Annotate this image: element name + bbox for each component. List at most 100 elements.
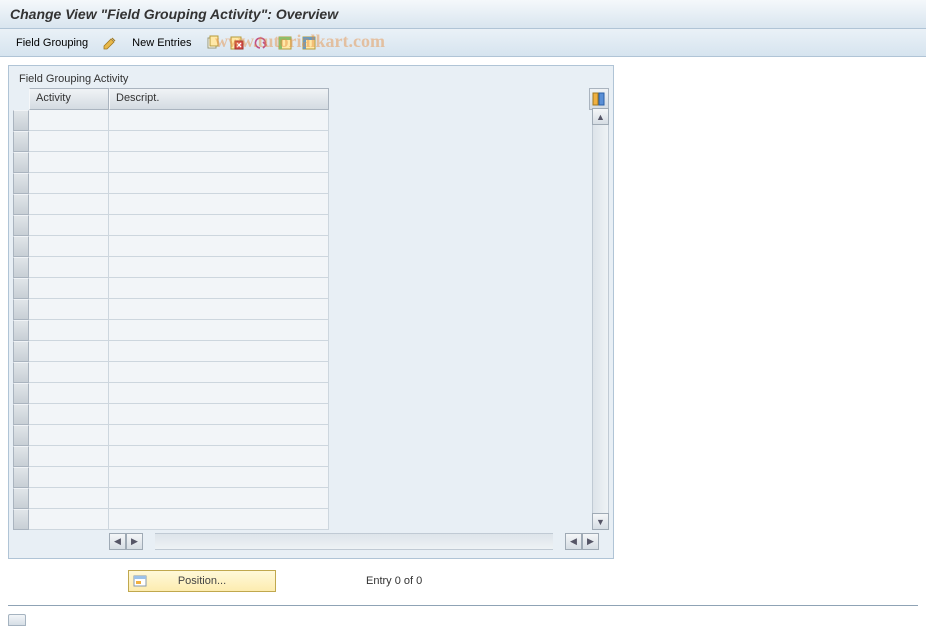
row-selector[interactable] xyxy=(13,152,29,173)
cell-activity[interactable] xyxy=(29,152,109,173)
table-row xyxy=(29,488,609,509)
undo-icon[interactable] xyxy=(253,35,269,51)
cell-activity[interactable] xyxy=(29,173,109,194)
row-selector[interactable] xyxy=(13,320,29,341)
cell-activity[interactable] xyxy=(29,299,109,320)
row-selector[interactable] xyxy=(13,341,29,362)
cell-descript[interactable] xyxy=(109,131,329,152)
table-row xyxy=(29,509,609,530)
separator-line xyxy=(8,605,918,606)
bottom-tab-icon[interactable] xyxy=(8,614,26,626)
row-selector[interactable] xyxy=(13,257,29,278)
scroll-right2-icon[interactable]: ▶ xyxy=(582,533,599,550)
new-entries-button[interactable]: New Entries xyxy=(126,35,197,51)
row-selector[interactable] xyxy=(13,509,29,530)
position-button[interactable]: Position... xyxy=(128,570,276,592)
cell-activity[interactable] xyxy=(29,236,109,257)
table-row xyxy=(29,446,609,467)
row-selector[interactable] xyxy=(13,173,29,194)
cell-activity[interactable] xyxy=(29,131,109,152)
row-selector[interactable] xyxy=(13,362,29,383)
cell-activity[interactable] xyxy=(29,341,109,362)
cell-activity[interactable] xyxy=(29,425,109,446)
cell-descript[interactable] xyxy=(109,278,329,299)
cell-descript[interactable] xyxy=(109,236,329,257)
table-container: Field Grouping Activity Activity Descrip… xyxy=(8,65,614,559)
cell-activity[interactable] xyxy=(29,194,109,215)
scroll-left2-icon[interactable]: ◀ xyxy=(565,533,582,550)
cell-descript[interactable] xyxy=(109,404,329,425)
change-icon[interactable] xyxy=(102,35,118,51)
scroll-track-vertical[interactable] xyxy=(592,125,609,513)
cell-descript[interactable] xyxy=(109,194,329,215)
row-selector[interactable] xyxy=(13,299,29,320)
column-header-descript[interactable]: Descript. xyxy=(109,88,329,110)
scroll-right-icon[interactable]: ▶ xyxy=(126,533,143,550)
cell-descript[interactable] xyxy=(109,110,329,131)
cell-activity[interactable] xyxy=(29,404,109,425)
table-row xyxy=(29,362,609,383)
row-selector[interactable] xyxy=(13,446,29,467)
scroll-down-icon[interactable]: ▼ xyxy=(592,513,609,530)
cell-activity[interactable] xyxy=(29,509,109,530)
table-row xyxy=(29,278,609,299)
row-selector[interactable] xyxy=(13,131,29,152)
table-settings-icon[interactable] xyxy=(589,88,609,110)
position-icon xyxy=(133,574,147,588)
row-selector[interactable] xyxy=(13,194,29,215)
delete-icon[interactable] xyxy=(229,35,245,51)
cell-descript[interactable] xyxy=(109,215,329,236)
cell-activity[interactable] xyxy=(29,278,109,299)
table-row xyxy=(29,320,609,341)
cell-descript[interactable] xyxy=(109,320,329,341)
scroll-track-horizontal[interactable] xyxy=(155,533,553,550)
cell-activity[interactable] xyxy=(29,383,109,404)
cell-activity[interactable] xyxy=(29,467,109,488)
table-row xyxy=(29,467,609,488)
cell-activity[interactable] xyxy=(29,446,109,467)
cell-descript[interactable] xyxy=(109,299,329,320)
cell-descript[interactable] xyxy=(109,383,329,404)
horizontal-scrollbar[interactable]: ◀ ▶ ◀ ▶ xyxy=(109,533,599,550)
cell-activity[interactable] xyxy=(29,215,109,236)
cell-descript[interactable] xyxy=(109,257,329,278)
cell-descript[interactable] xyxy=(109,467,329,488)
row-selector[interactable] xyxy=(13,215,29,236)
cell-descript[interactable] xyxy=(109,152,329,173)
row-selector[interactable] xyxy=(13,278,29,299)
vertical-scrollbar[interactable]: ▲ ▼ xyxy=(592,108,609,530)
scroll-left-icon[interactable]: ◀ xyxy=(109,533,126,550)
row-selector[interactable] xyxy=(13,110,29,131)
cell-activity[interactable] xyxy=(29,362,109,383)
table-row xyxy=(29,404,609,425)
table-row xyxy=(29,152,609,173)
row-selector[interactable] xyxy=(13,404,29,425)
field-grouping-button[interactable]: Field Grouping xyxy=(10,35,94,51)
row-selector[interactable] xyxy=(13,425,29,446)
table-row xyxy=(29,236,609,257)
scroll-up-icon[interactable]: ▲ xyxy=(592,108,609,125)
column-header-activity[interactable]: Activity xyxy=(29,88,109,110)
cell-activity[interactable] xyxy=(29,320,109,341)
cell-descript[interactable] xyxy=(109,341,329,362)
table-row xyxy=(29,383,609,404)
cell-descript[interactable] xyxy=(109,173,329,194)
row-selector[interactable] xyxy=(13,383,29,404)
deselect-all-icon[interactable] xyxy=(301,35,317,51)
cell-descript[interactable] xyxy=(109,362,329,383)
table-row xyxy=(29,341,609,362)
cell-descript[interactable] xyxy=(109,509,329,530)
copy-icon[interactable] xyxy=(205,35,221,51)
cell-activity[interactable] xyxy=(29,488,109,509)
select-all-icon[interactable] xyxy=(277,35,293,51)
cell-descript[interactable] xyxy=(109,425,329,446)
row-selector[interactable] xyxy=(13,236,29,257)
cell-activity[interactable] xyxy=(29,257,109,278)
row-selector[interactable] xyxy=(13,467,29,488)
cell-descript[interactable] xyxy=(109,446,329,467)
row-selector[interactable] xyxy=(13,488,29,509)
table-row xyxy=(29,173,609,194)
cell-descript[interactable] xyxy=(109,488,329,509)
cell-activity[interactable] xyxy=(29,110,109,131)
table-row xyxy=(29,257,609,278)
